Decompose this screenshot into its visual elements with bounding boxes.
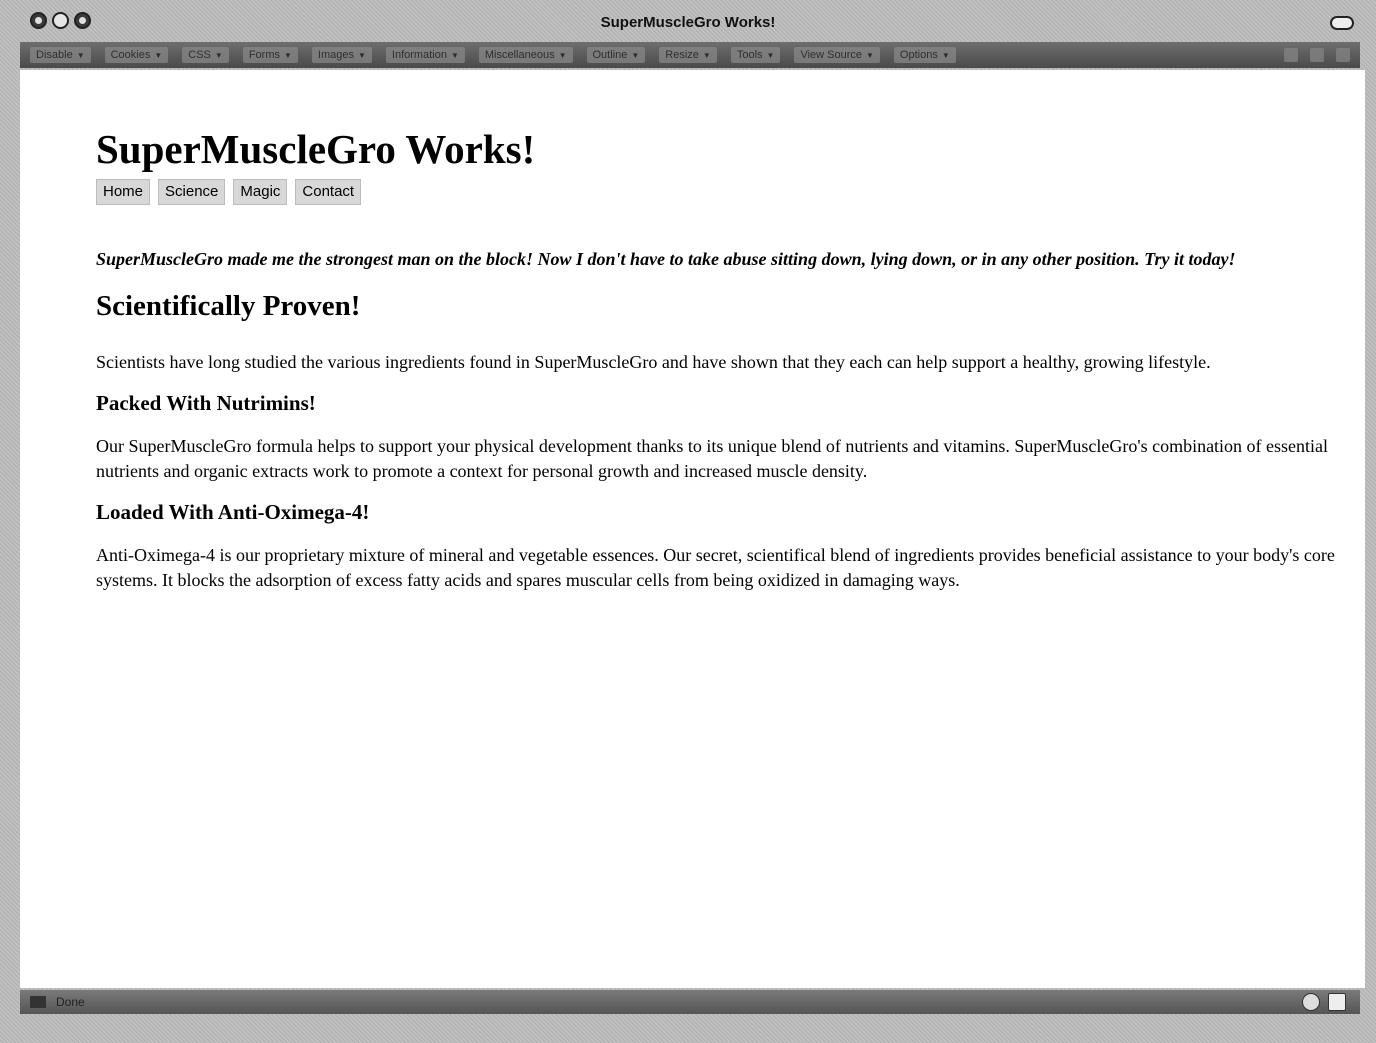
toolbar-item-outline[interactable]: Outline ▼ xyxy=(586,47,646,63)
toolbar-item-label: Miscellaneous xyxy=(484,49,555,61)
toolbar-item-label: Options xyxy=(899,49,938,61)
chevron-down-icon: ▼ xyxy=(702,51,711,60)
chevron-down-icon: ▼ xyxy=(284,51,292,60)
toolbar-item-miscellaneous[interactable]: Miscellaneous ▼ xyxy=(478,47,573,63)
status-bar: Done xyxy=(20,990,1360,1014)
toolbar-item-forms[interactable]: Forms ▼ xyxy=(242,47,298,63)
chevron-down-icon: ▼ xyxy=(214,51,223,60)
section-heading-anti-oximega: Loaded With Anti-Oximega-4! xyxy=(96,500,370,525)
chevron-down-icon: ▼ xyxy=(358,51,366,60)
toolbar-item-view-source[interactable]: View Source ▼ xyxy=(794,47,880,63)
section-text-nutrimins: Our SuperMuscleGro formula helps to supp… xyxy=(96,436,1329,482)
toolbar-item-label: View Source xyxy=(800,49,862,61)
toolbar-item-options[interactable]: Options ▼ xyxy=(893,47,956,63)
section-heading-nutrimins: Packed With Nutrimins! xyxy=(96,390,316,415)
chevron-down-icon: ▼ xyxy=(631,51,640,60)
chevron-down-icon: ▼ xyxy=(866,51,874,60)
page-content: SuperMuscleGro Works! Home Science Magic… xyxy=(20,70,1365,988)
toolbar-item-information[interactable]: Information ▼ xyxy=(385,47,465,63)
toolbar-item-label: Tools xyxy=(736,49,763,61)
css-validation-icon[interactable] xyxy=(1302,993,1320,1011)
nav-link-home[interactable]: Home xyxy=(96,179,151,206)
section-heading-scientifically-proven: Scientifically Proven! xyxy=(96,290,361,323)
toolbar-item-label: Resize xyxy=(665,49,699,61)
validation-icon[interactable] xyxy=(1336,48,1350,62)
toolbar-item-css[interactable]: CSS ▼ xyxy=(182,47,229,63)
window-title: SuperMuscleGro Works! xyxy=(600,14,776,31)
title-bar: SuperMuscleGro Works! xyxy=(0,0,1376,40)
nav-link-science[interactable]: Science xyxy=(158,179,226,206)
toolbar-item-label: CSS xyxy=(188,49,211,61)
toolbar-item-disable[interactable]: Disable ▼ xyxy=(30,47,91,63)
resize-grip-icon[interactable] xyxy=(1328,993,1346,1011)
toolbar-item-images[interactable]: Images ▼ xyxy=(311,47,372,63)
chevron-down-icon: ▼ xyxy=(154,51,163,60)
toolbar-toggle-button[interactable] xyxy=(1330,16,1354,30)
toolbar-item-label: Disable xyxy=(36,49,73,61)
toolbar-item-label: Information xyxy=(391,49,447,61)
section-text-anti-oximega: Anti-Oximega-4 is our proprietary mixtur… xyxy=(96,545,1335,591)
chevron-down-icon: ▼ xyxy=(76,51,85,60)
nav-link-magic[interactable]: Magic xyxy=(233,179,288,206)
toolbar-item-label: Forms xyxy=(248,49,280,61)
chevron-down-icon: ▼ xyxy=(450,51,459,60)
toolbar-item-cookies[interactable]: Cookies ▼ xyxy=(104,47,169,63)
browser-window: SuperMuscleGro Works! Disable ▼ Cookies ▼ … xyxy=(0,0,1376,1043)
web-developer-toolbar: Disable ▼ Cookies ▼ CSS ▼ Forms ▼ Images ▼ In… xyxy=(20,42,1360,68)
testimonial-tagline: SuperMuscleGro made me the strongest man… xyxy=(96,249,1236,270)
status-text: Done xyxy=(56,995,85,1009)
toolbar-item-label: Cookies xyxy=(110,49,151,61)
chevron-down-icon: ▼ xyxy=(766,51,775,60)
site-nav: Home Science Magic Contact xyxy=(96,179,1335,206)
chevron-down-icon: ▼ xyxy=(558,51,567,60)
page-title: SuperMuscleGro Works! xyxy=(96,126,536,172)
status-bar-icons xyxy=(1302,993,1360,1011)
nav-link-contact[interactable]: Contact xyxy=(295,179,362,206)
toolbar-status-icons xyxy=(1284,48,1360,62)
status-icon xyxy=(30,996,46,1008)
toolbar-item-tools[interactable]: Tools ▼ xyxy=(730,47,781,63)
section-text-scientifically-proven: Scientists have long studied the various… xyxy=(96,351,1211,372)
toolbar-item-resize[interactable]: Resize ▼ xyxy=(659,47,717,63)
toolbar-item-label: Outline xyxy=(592,49,628,61)
chevron-down-icon: ▼ xyxy=(941,51,950,60)
validation-icon[interactable] xyxy=(1310,48,1324,62)
validation-icon[interactable] xyxy=(1284,48,1298,62)
toolbar-item-label: Images xyxy=(317,49,354,61)
